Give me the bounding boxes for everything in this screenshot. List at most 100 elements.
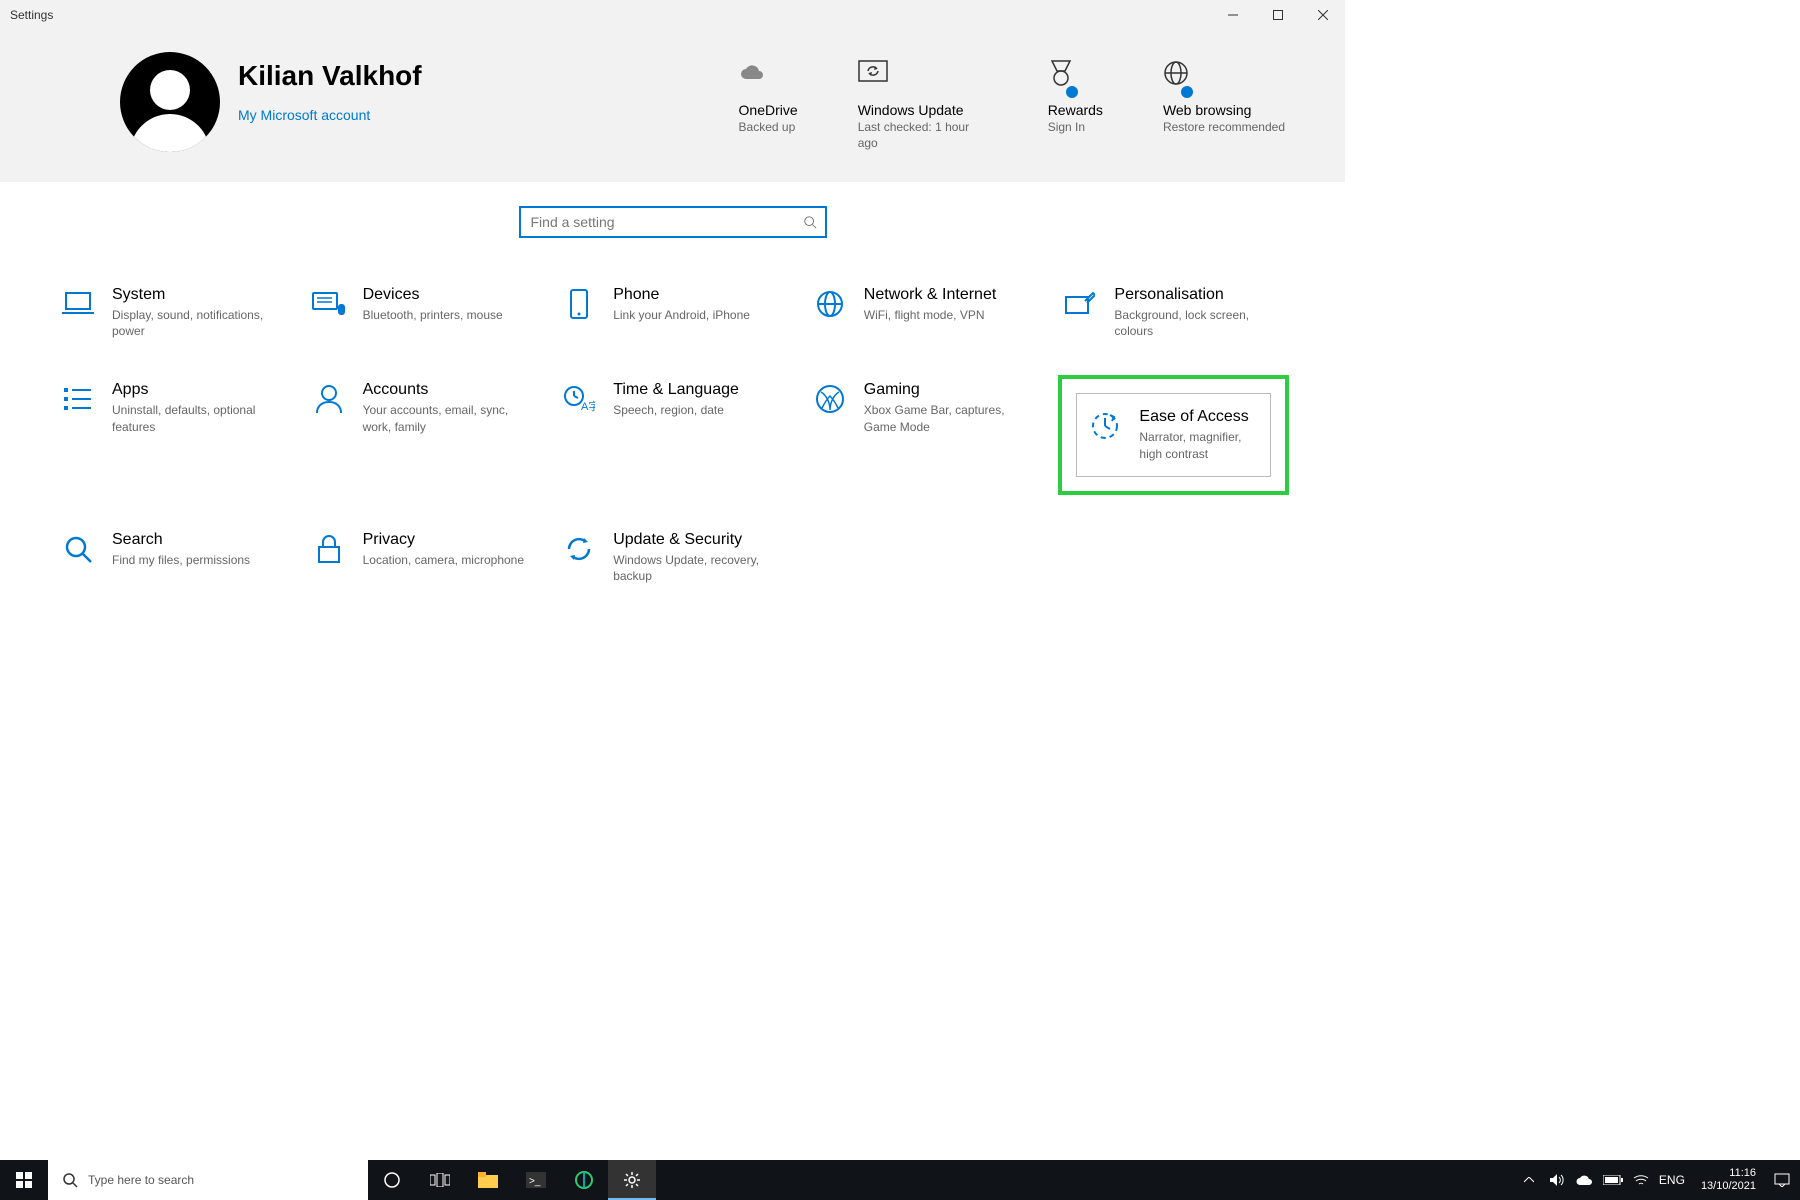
file-explorer-icon[interactable]	[464, 1160, 512, 1200]
category-label: Privacy	[363, 531, 534, 549]
close-button[interactable]	[1300, 0, 1345, 30]
tray-language[interactable]: ENG	[1659, 1173, 1685, 1187]
category-sub: Find my files, permissions	[112, 552, 282, 568]
tile-sub: Restore recommended	[1163, 120, 1285, 136]
categories-grid: System Display, sound, notifications, pow…	[0, 262, 1345, 608]
category-sub: Xbox Game Bar, captures, Game Mode	[864, 402, 1034, 434]
user-avatar[interactable]	[120, 52, 220, 152]
tray-time: 11:16	[1729, 1167, 1756, 1180]
laptop-icon	[60, 286, 96, 322]
category-personalisation[interactable]: Personalisation Background, lock screen, …	[1058, 280, 1289, 345]
taskbar-search[interactable]: Type here to search	[48, 1160, 368, 1200]
tray-date: 13/10/2021	[1701, 1180, 1756, 1193]
search-input[interactable]	[529, 213, 803, 231]
window-title: Settings	[0, 8, 53, 22]
person-icon	[311, 381, 347, 417]
tray-notifications-icon[interactable]	[1772, 1160, 1792, 1200]
category-ease-of-access[interactable]: Ease of Access Narrator, magnifier, high …	[1076, 393, 1271, 476]
tray-chevron-icon[interactable]	[1519, 1160, 1539, 1200]
category-accounts[interactable]: Accounts Your accounts, email, sync, work…	[307, 375, 538, 494]
category-sub: Your accounts, email, sync, work, family	[363, 402, 533, 434]
category-label: Gaming	[864, 381, 1035, 399]
sync-icon	[561, 531, 597, 567]
app-icon[interactable]	[560, 1160, 608, 1200]
cortana-icon[interactable]	[368, 1160, 416, 1200]
category-label: Time & Language	[613, 381, 784, 399]
search-icon	[62, 1172, 78, 1188]
header-tiles: OneDrive Backed up Windows Update Last c…	[739, 52, 1305, 151]
category-gaming[interactable]: Gaming Xbox Game Bar, captures, Game Mode	[808, 375, 1039, 494]
svg-text:A字: A字	[581, 399, 595, 413]
svg-text:>_: >_	[529, 1176, 541, 1187]
category-sub: Display, sound, notifications, power	[112, 307, 282, 339]
category-label: Apps	[112, 381, 283, 399]
category-devices[interactable]: DevicesBluetooth, printers, mouse	[307, 280, 538, 345]
taskbar: Type here to search >_ ENG 11:16 13/10/2…	[0, 1160, 1800, 1200]
search-box[interactable]	[519, 206, 827, 238]
cloud-icon	[739, 52, 767, 94]
tile-label: Web browsing	[1163, 102, 1251, 118]
terminal-icon[interactable]: >_	[512, 1160, 560, 1200]
time-language-icon: A字	[561, 381, 597, 417]
phone-icon	[561, 286, 597, 322]
list-icon	[60, 381, 96, 417]
start-button[interactable]	[0, 1160, 48, 1200]
category-phone[interactable]: Phone Link your Android, iPhone	[557, 280, 788, 345]
paint-icon	[1062, 286, 1098, 322]
category-search[interactable]: Search Find my files, permissions	[56, 525, 287, 590]
tile-rewards[interactable]: Rewards Sign In	[1048, 52, 1103, 151]
maximize-button[interactable]	[1255, 0, 1300, 30]
tile-label: OneDrive	[739, 102, 798, 118]
category-apps[interactable]: Apps Uninstall, defaults, optional featur…	[56, 375, 287, 494]
ease-icon	[1087, 408, 1123, 444]
category-label: Update & Security	[613, 531, 784, 549]
category-network[interactable]: Network & InternetWiFi, flight mode, VPN	[808, 280, 1039, 345]
tray-onedrive-icon[interactable]	[1575, 1160, 1595, 1200]
user-name: Kilian Valkhof	[238, 60, 422, 92]
category-label: System	[112, 286, 283, 304]
tray-wifi-icon[interactable]	[1631, 1160, 1651, 1200]
taskbar-search-placeholder: Type here to search	[88, 1173, 194, 1187]
category-sub: Narrator, magnifier, high contrast	[1139, 429, 1260, 461]
category-system[interactable]: System Display, sound, notifications, pow…	[56, 280, 287, 345]
my-account-link[interactable]: My Microsoft account	[238, 107, 422, 123]
globe-icon	[812, 286, 848, 322]
category-label: Personalisation	[1114, 286, 1285, 304]
header: Kilian Valkhof My Microsoft account OneD…	[0, 30, 1345, 182]
tile-sub: Last checked: 1 hour ago	[858, 120, 988, 151]
taskbar-apps: >_	[368, 1160, 656, 1200]
ease-of-access-highlight: Ease of Access Narrator, magnifier, high …	[1058, 375, 1289, 494]
category-sub: Uninstall, defaults, optional features	[112, 402, 282, 434]
category-label: Search	[112, 531, 283, 549]
tile-windows-update[interactable]: Windows Update Last checked: 1 hour ago	[858, 52, 988, 151]
category-label: Phone	[613, 286, 784, 304]
tray-volume-icon[interactable]	[1547, 1160, 1567, 1200]
system-tray: ENG 11:16 13/10/2021	[1519, 1160, 1800, 1200]
tray-clock[interactable]: 11:16 13/10/2021	[1693, 1167, 1764, 1193]
minimize-button[interactable]	[1210, 0, 1255, 30]
tray-battery-icon[interactable]	[1603, 1160, 1623, 1200]
tile-web-browsing[interactable]: Web browsing Restore recommended	[1163, 52, 1285, 151]
user-info: Kilian Valkhof My Microsoft account	[238, 52, 422, 123]
globe-icon	[1163, 52, 1189, 94]
tile-onedrive[interactable]: OneDrive Backed up	[739, 52, 798, 151]
category-label: Network & Internet	[864, 286, 1035, 304]
tile-label: Windows Update	[858, 102, 964, 118]
category-label: Ease of Access	[1139, 408, 1260, 426]
category-privacy[interactable]: Privacy Location, camera, microphone	[307, 525, 538, 590]
category-sub: Link your Android, iPhone	[613, 307, 783, 323]
category-time-language[interactable]: A字 Time & LanguageSpeech, region, date	[557, 375, 788, 494]
keyboard-icon	[311, 286, 347, 322]
tile-label: Rewards	[1048, 102, 1103, 118]
settings-icon[interactable]	[608, 1160, 656, 1200]
category-update-security[interactable]: Update & SecurityWindows Update, recover…	[557, 525, 788, 590]
xbox-icon	[812, 381, 848, 417]
task-view-icon[interactable]	[416, 1160, 464, 1200]
category-sub: Location, camera, microphone	[363, 552, 533, 568]
category-label: Accounts	[363, 381, 534, 399]
lock-icon	[311, 531, 347, 567]
update-icon	[858, 52, 888, 94]
search-icon	[803, 215, 817, 229]
category-sub: Background, lock screen, colours	[1114, 307, 1284, 339]
tile-sub: Backed up	[739, 120, 796, 136]
